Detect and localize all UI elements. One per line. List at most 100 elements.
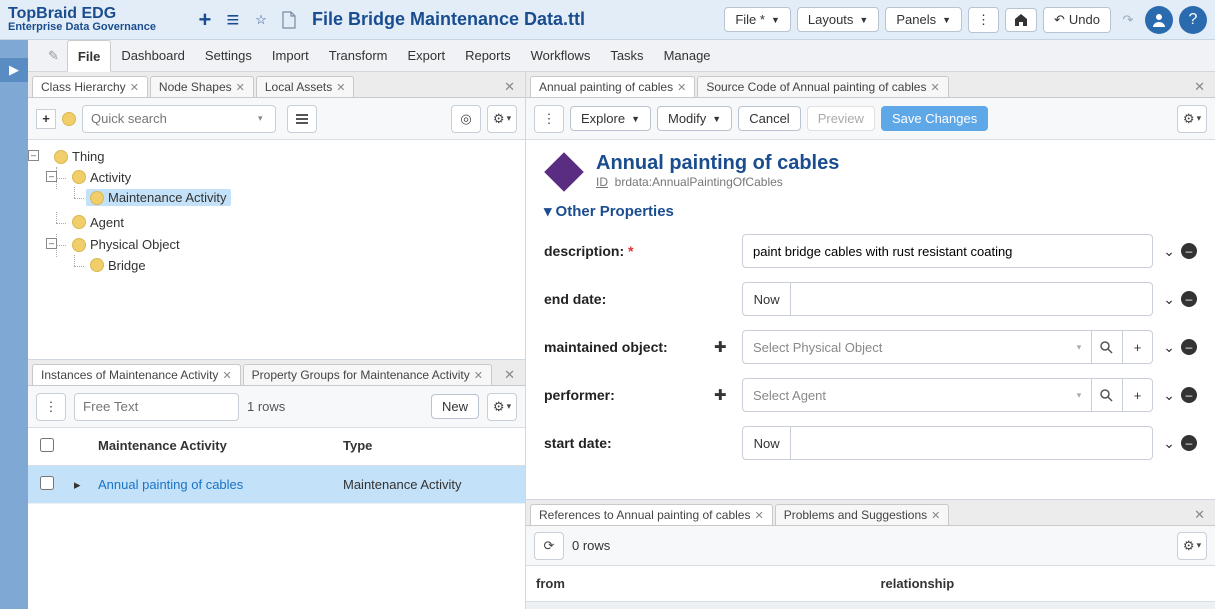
explore-button[interactable]: Explore▼: [570, 106, 651, 131]
menu-manage[interactable]: Manage: [654, 40, 721, 71]
gear-button[interactable]: ⚙▾: [1177, 532, 1207, 560]
tab-references[interactable]: References to Annual painting of cables✕: [530, 504, 773, 525]
select-all-checkbox[interactable]: [40, 438, 54, 452]
tab-problems[interactable]: Problems and Suggestions✕: [775, 504, 950, 525]
kebab-button[interactable]: ⋮: [534, 105, 564, 133]
menu-export[interactable]: Export: [398, 40, 456, 71]
remove-value-button[interactable]: –: [1181, 243, 1197, 259]
performer-select[interactable]: Select Agent▾: [742, 378, 1092, 412]
list-view-button[interactable]: [287, 105, 317, 133]
gear-button[interactable]: ⚙▾: [487, 393, 517, 421]
file-menu-button[interactable]: File *▼: [724, 7, 791, 32]
tree-node-activity[interactable]: Activity: [68, 169, 135, 186]
new-instance-button[interactable]: New: [431, 394, 479, 419]
col-relationship[interactable]: relationship: [871, 566, 1215, 601]
tab-property-groups[interactable]: Property Groups for Maintenance Activity…: [243, 364, 492, 385]
gear-button[interactable]: ⚙▾: [487, 105, 517, 133]
end-date-input[interactable]: [791, 282, 1153, 316]
now-button[interactable]: Now: [742, 426, 791, 460]
close-icon[interactable]: ✕: [474, 369, 483, 382]
tab-source-code[interactable]: Source Code of Annual painting of cables…: [697, 76, 948, 97]
create-new-button[interactable]: +: [1123, 378, 1154, 412]
menu-tasks[interactable]: Tasks: [600, 40, 653, 71]
search-button[interactable]: [1092, 330, 1123, 364]
file-title-link[interactable]: File Bridge Maintenance Data.ttl: [312, 9, 585, 30]
undo-button[interactable]: ↶ Undo: [1043, 7, 1111, 33]
tab-instances[interactable]: Instances of Maintenance Activity✕: [32, 364, 241, 385]
menu-settings[interactable]: Settings: [195, 40, 262, 71]
now-button[interactable]: Now: [742, 282, 791, 316]
instances-filter-input[interactable]: [74, 393, 239, 421]
tree-node-physical-object[interactable]: Physical Object: [68, 236, 184, 253]
tree-node-agent[interactable]: Agent: [68, 214, 128, 231]
col-name[interactable]: Maintenance Activity: [90, 428, 335, 465]
plus-icon[interactable]: +: [194, 9, 216, 31]
menu-transform[interactable]: Transform: [319, 40, 398, 71]
user-icon[interactable]: [1145, 6, 1173, 34]
section-other-properties[interactable]: ▾ Other Properties: [544, 202, 1197, 220]
close-icon[interactable]: ✕: [222, 369, 231, 382]
close-icon[interactable]: ✕: [931, 509, 940, 522]
tab-local-assets[interactable]: Local Assets✕: [256, 76, 355, 97]
hamburger-icon[interactable]: ≡: [222, 9, 244, 31]
add-class-button[interactable]: +: [36, 109, 56, 129]
remove-value-button[interactable]: –: [1181, 387, 1197, 403]
collapse-toggle[interactable]: –: [46, 171, 57, 182]
menu-dashboard[interactable]: Dashboard: [111, 40, 195, 71]
chevron-down-icon[interactable]: ⌄: [1163, 435, 1175, 452]
layouts-button[interactable]: Layouts▼: [797, 7, 879, 32]
remove-value-button[interactable]: –: [1181, 291, 1197, 307]
close-icon[interactable]: ✕: [236, 81, 245, 94]
expand-sidestrip-icon[interactable]: ▶: [0, 58, 28, 82]
kebab-button[interactable]: ⋮: [968, 7, 999, 33]
panel-close-icon[interactable]: ✕: [498, 77, 521, 97]
close-icon[interactable]: ✕: [754, 509, 763, 522]
menu-workflows[interactable]: Workflows: [521, 40, 601, 71]
target-button[interactable]: ◎: [451, 105, 481, 133]
tree-node-thing[interactable]: Thing: [50, 148, 109, 165]
chevron-down-icon[interactable]: ⌄: [1163, 243, 1175, 260]
panel-close-icon[interactable]: ✕: [1188, 505, 1211, 525]
create-new-button[interactable]: +: [1123, 330, 1154, 364]
modify-button[interactable]: Modify▼: [657, 106, 732, 131]
close-icon[interactable]: ✕: [336, 81, 345, 94]
help-icon[interactable]: ?: [1179, 6, 1207, 34]
kebab-button[interactable]: ⋮: [36, 393, 66, 421]
maintained-object-select[interactable]: Select Physical Object▾: [742, 330, 1092, 364]
remove-value-button[interactable]: –: [1181, 339, 1197, 355]
tree-search-input[interactable]: [82, 105, 276, 133]
menu-import[interactable]: Import: [262, 40, 319, 71]
search-button[interactable]: [1092, 378, 1123, 412]
tab-asset[interactable]: Annual painting of cables✕: [530, 76, 695, 97]
cancel-button[interactable]: Cancel: [738, 106, 800, 131]
menu-reports[interactable]: Reports: [455, 40, 521, 71]
save-changes-button[interactable]: Save Changes: [881, 106, 988, 131]
pencil-icon[interactable]: ✎: [40, 40, 67, 71]
home-button[interactable]: [1005, 8, 1037, 32]
tab-class-hierarchy[interactable]: Class Hierarchy✕: [32, 76, 148, 97]
chevron-down-icon[interactable]: ⌄: [1163, 291, 1175, 308]
add-value-button[interactable]: ✚: [714, 386, 732, 404]
star-icon[interactable]: ☆: [250, 9, 272, 31]
remove-value-button[interactable]: –: [1181, 435, 1197, 451]
tree-node-maintenance-activity[interactable]: Maintenance Activity: [86, 189, 231, 206]
tree-node-bridge[interactable]: Bridge: [86, 257, 150, 274]
close-icon[interactable]: ✕: [677, 81, 686, 94]
instance-link[interactable]: Annual painting of cables: [98, 477, 243, 492]
collapse-toggle[interactable]: –: [28, 150, 39, 161]
row-checkbox[interactable]: [40, 476, 54, 490]
panel-close-icon[interactable]: ✕: [498, 365, 521, 385]
class-tree[interactable]: – Thing – Activity Maintenance Activity …: [28, 140, 525, 359]
col-type[interactable]: Type: [335, 428, 525, 465]
menu-file[interactable]: File: [67, 40, 111, 72]
add-value-button[interactable]: ✚: [714, 338, 732, 356]
chevron-down-icon[interactable]: ⌄: [1163, 387, 1175, 404]
col-from[interactable]: from: [526, 566, 871, 601]
close-icon[interactable]: ✕: [930, 81, 939, 94]
table-row[interactable]: ▸ Annual painting of cables Maintenance …: [28, 466, 525, 504]
gear-button[interactable]: ⚙▾: [1177, 105, 1207, 133]
description-input[interactable]: [742, 234, 1153, 268]
expand-row-icon[interactable]: ▸: [66, 467, 90, 503]
start-date-input[interactable]: [791, 426, 1153, 460]
refresh-button[interactable]: ⟳: [534, 532, 564, 560]
